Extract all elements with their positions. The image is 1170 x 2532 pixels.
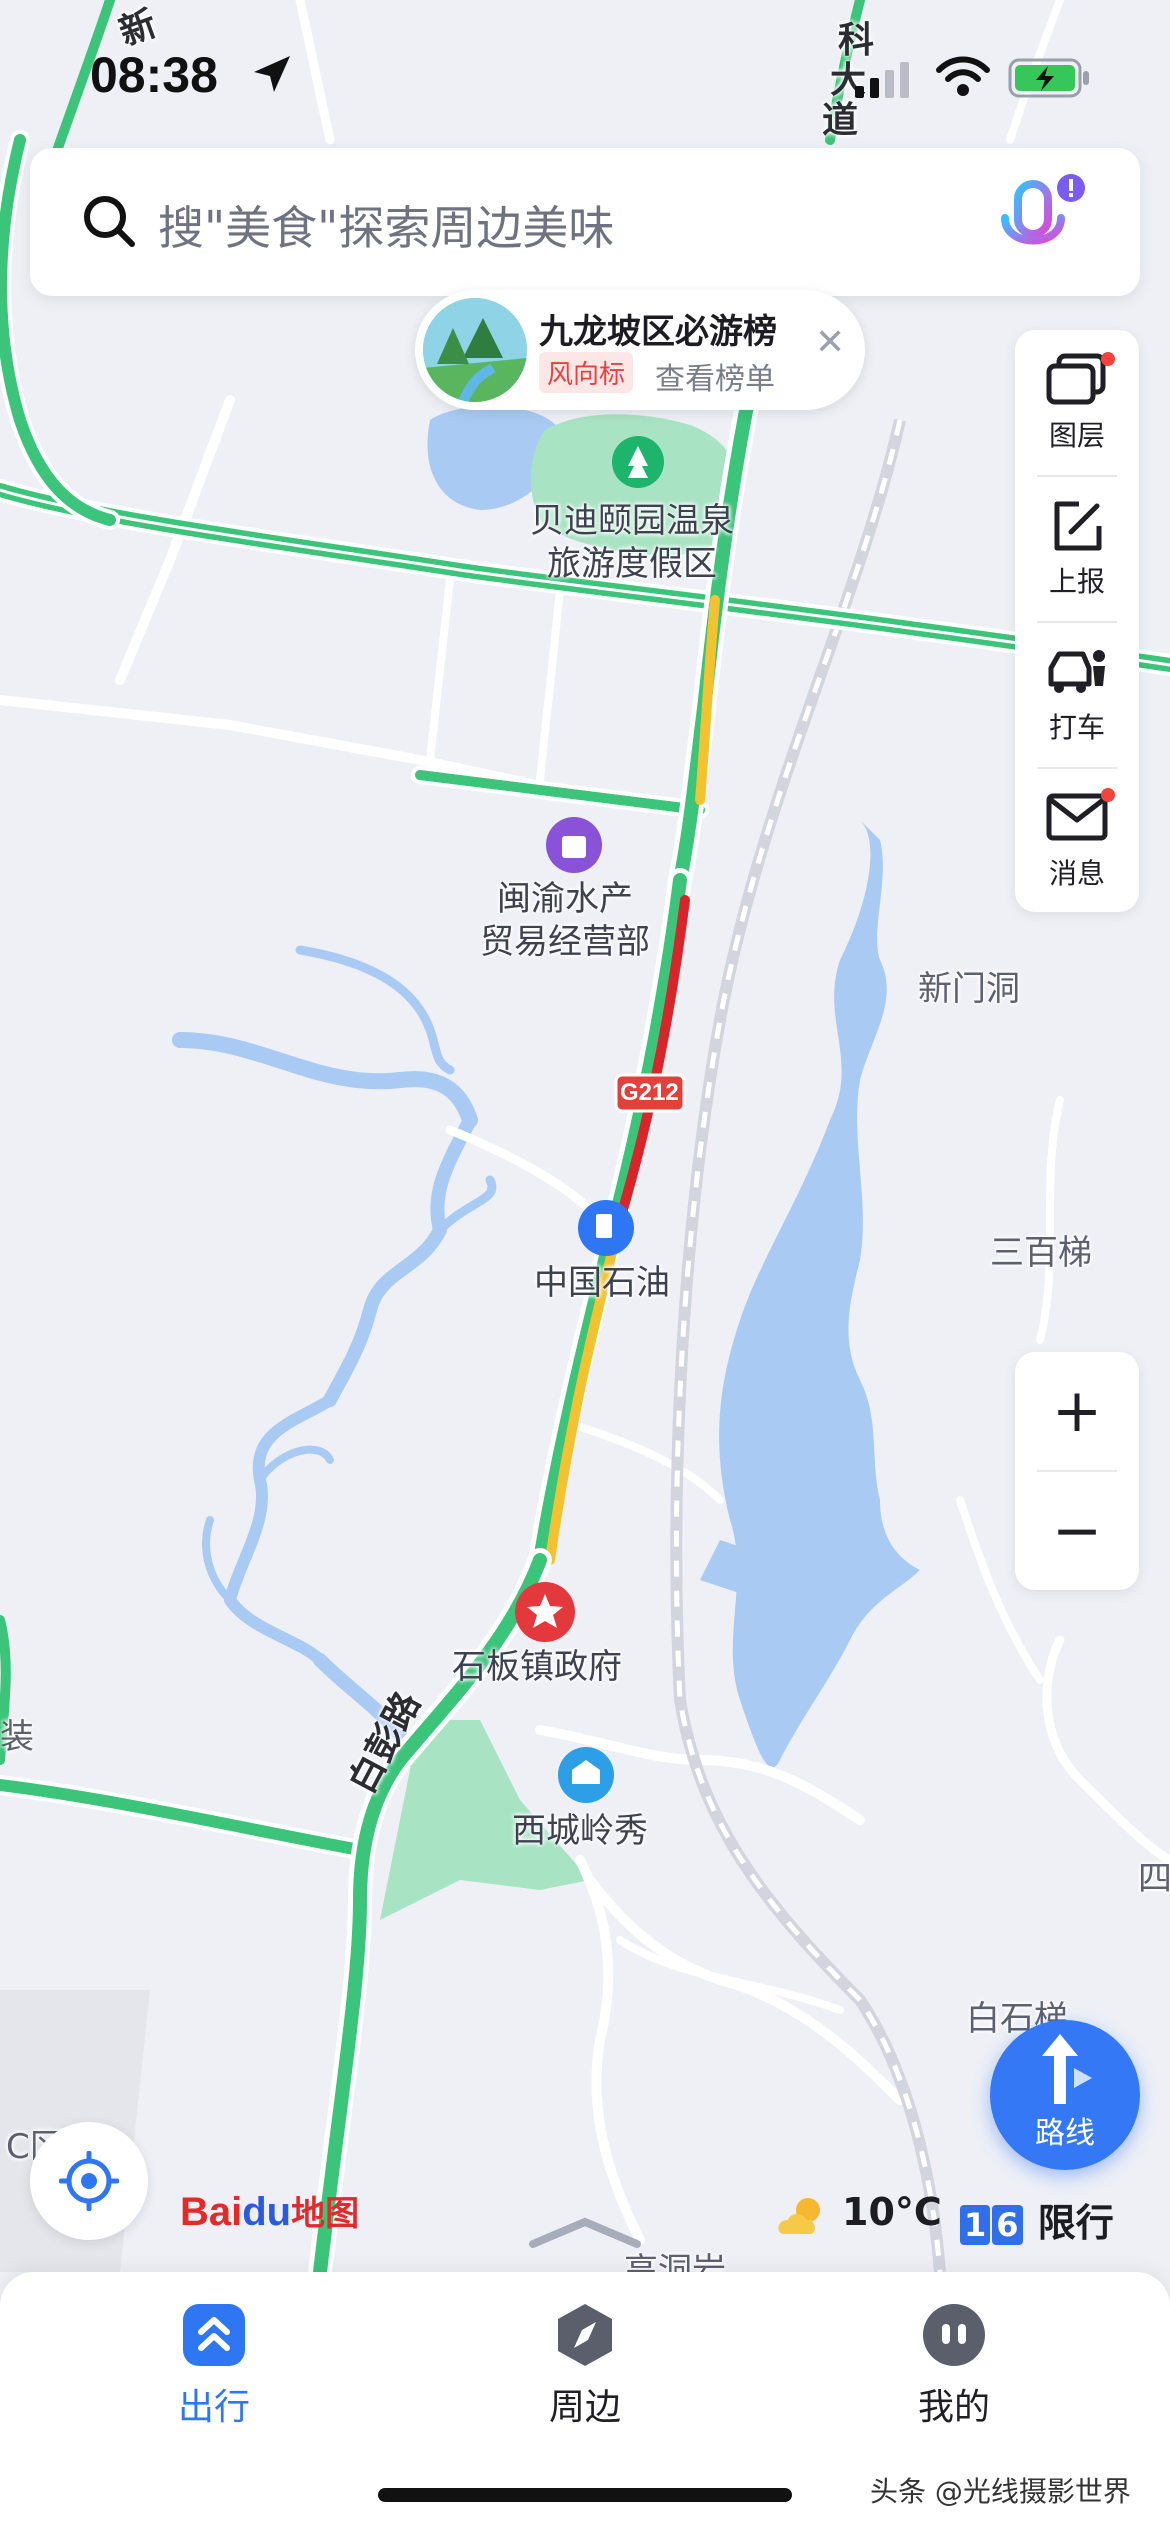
poi-xicheng-label[interactable]: 西城岭秀: [512, 1810, 648, 1853]
poi-resort-label[interactable]: 贝迪颐园温泉 旅游度假区: [530, 500, 734, 585]
poi-petro-label[interactable]: 中国石油: [534, 1262, 670, 1305]
seafood-marker: [546, 817, 602, 873]
rank-thumbnail: [423, 298, 527, 402]
resort-marker: [612, 436, 664, 488]
tool-taxi[interactable]: 打车: [1015, 622, 1139, 767]
taxi-icon: [1048, 650, 1105, 693]
location-arrow-icon: [254, 56, 290, 92]
zoom-out-button[interactable]: −: [1015, 1472, 1139, 1590]
edge-zhuang-label: 装: [0, 1717, 34, 1757]
watermark-text: 头条 @光线摄影世界: [870, 2475, 1131, 2508]
nav-nearby-label: 周边: [548, 2387, 621, 2428]
tool-taxi-label: 打车: [1048, 711, 1105, 744]
petro-marker: [578, 1200, 634, 1256]
traffic-limit-widget[interactable]: 16 限行: [960, 2192, 1114, 2247]
search-bar[interactable]: 搜"美食"探索周边美味: [30, 148, 1140, 296]
edge-si-label: 四: [1138, 1859, 1170, 1899]
rank-tag: 风向标: [539, 352, 634, 393]
rank-title: 九龙坡区必游榜: [539, 312, 777, 352]
zoom-controls: + −: [1015, 1352, 1139, 1590]
nav-nearby[interactable]: 周边: [465, 2302, 705, 2430]
message-badge: [1101, 788, 1115, 802]
baidu-map-logo: Baidu地图: [180, 2190, 360, 2234]
limit-digit-2: 6: [992, 2205, 1023, 2245]
home-indicator: [378, 2488, 792, 2502]
layers-icon: [1046, 353, 1106, 405]
rank-card[interactable]: 九龙坡区必游榜 风向标 查看榜单 ✕: [415, 290, 865, 410]
poi-seafood-line1: 闽渝水产: [497, 879, 633, 919]
route-button[interactable]: 路线: [990, 2020, 1140, 2170]
tool-layers[interactable]: 图层: [1015, 330, 1139, 475]
battery-charging-icon: [1008, 58, 1089, 98]
tool-report[interactable]: 上报: [1015, 476, 1139, 621]
layers-badge: [1101, 352, 1115, 366]
g212-shield-text: G212: [620, 1079, 679, 1106]
search-icon: [84, 196, 135, 247]
poi-seafood-label[interactable]: 闽渝水产 贸易经营部: [480, 878, 650, 963]
xicheng-marker: [558, 1747, 614, 1803]
cellular-signal-icon: [855, 62, 909, 98]
poi-resort-line2: 旅游度假区: [547, 543, 717, 584]
travel-icon: [183, 2304, 245, 2366]
profile-icon: [923, 2304, 985, 2366]
status-bar: 08:38: [0, 40, 1170, 120]
tool-report-label: 上报: [1048, 565, 1105, 598]
gov-marker: [515, 1582, 575, 1642]
poi-seafood-line2: 贸易经营部: [480, 921, 650, 962]
locate-crosshair-icon: [59, 2151, 119, 2211]
rank-close-icon[interactable]: ✕: [815, 322, 845, 363]
search-placeholder: 搜"美食"探索周边美味: [158, 201, 615, 255]
place-sanbaiti-label: 三百梯: [990, 1233, 1092, 1273]
temperature-text: 10°C: [842, 2190, 942, 2234]
wifi-icon: [936, 56, 990, 96]
limit-digit-1: 1: [960, 2205, 991, 2245]
partly-cloudy-icon: [778, 2198, 820, 2234]
compass-icon: [558, 2304, 612, 2366]
poi-gov-label[interactable]: 石板镇政府: [452, 1646, 622, 1689]
nav-travel[interactable]: 出行: [94, 2302, 334, 2430]
status-time: 08:38: [90, 47, 218, 103]
limit-label: 限行: [1037, 2201, 1114, 2245]
zoom-in-button[interactable]: +: [1015, 1352, 1139, 1470]
place-xinmendong-label: 新门洞: [918, 969, 1020, 1009]
message-icon: [1046, 793, 1108, 841]
route-arrow-icon: [1042, 2034, 1092, 2104]
locate-button[interactable]: [30, 2122, 148, 2240]
tool-message-label: 消息: [1048, 857, 1105, 890]
poi-resort-line1: 贝迪颐园温泉: [530, 501, 734, 541]
nav-profile[interactable]: 我的: [834, 2302, 1074, 2430]
map-tools-panel: 图层 上报 打车 消息: [1015, 330, 1139, 912]
rank-view-list-link[interactable]: 查看榜单: [655, 354, 775, 398]
nav-travel-label: 出行: [177, 2387, 250, 2428]
route-label: 路线: [1035, 2116, 1095, 2151]
tool-layers-label: 图层: [1048, 419, 1105, 452]
voice-mic-icon[interactable]: [985, 172, 1095, 272]
report-icon: [1054, 501, 1102, 551]
tool-message[interactable]: 消息: [1015, 768, 1139, 913]
nav-profile-label: 我的: [917, 2387, 990, 2428]
